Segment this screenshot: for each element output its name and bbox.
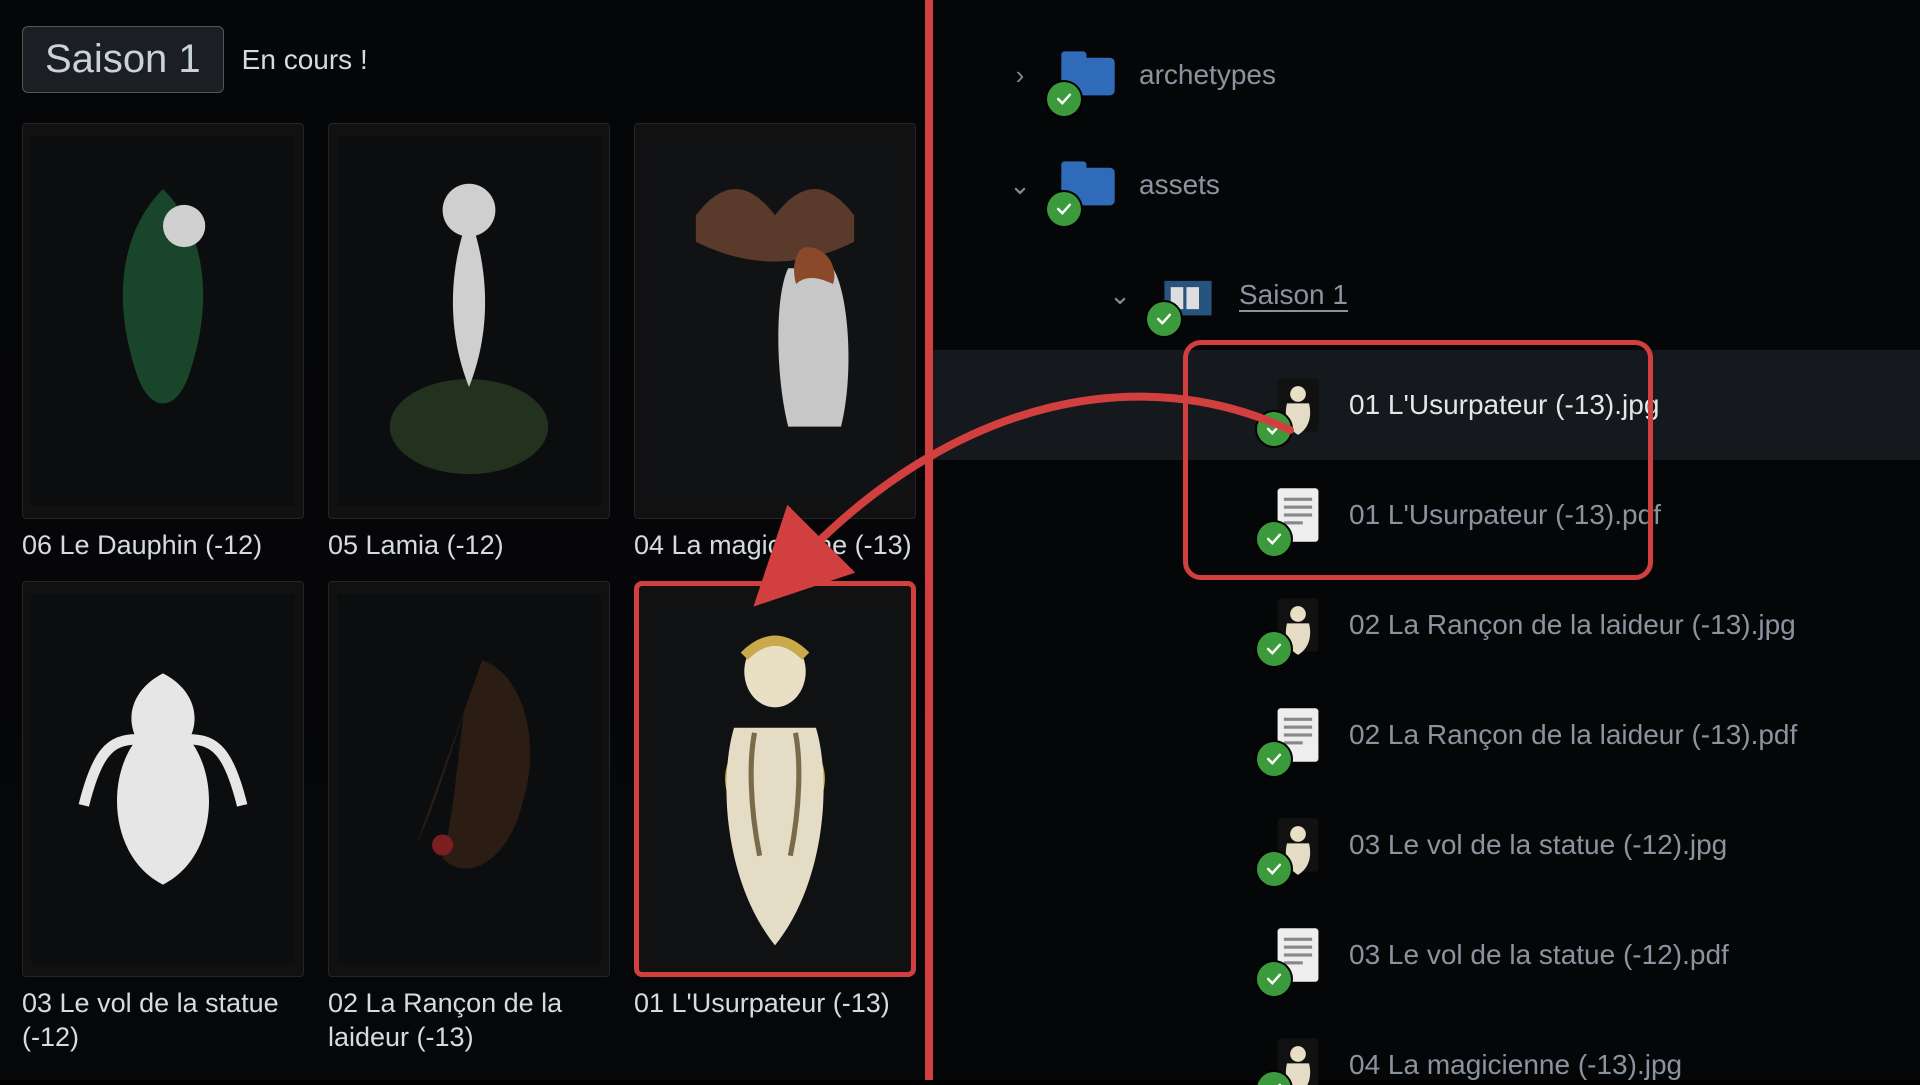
artwork-icon (31, 590, 295, 968)
file-name: 01 L'Usurpateur (-13).pdf (1349, 499, 1661, 531)
tree-root: › archetypes ⌄ assets ⌄ Saison 1 01 L'Us… (933, 20, 1920, 1085)
synced-check-icon (1257, 522, 1291, 556)
tree-folder-row[interactable]: ⌄ Saison 1 (933, 240, 1920, 350)
card-05[interactable]: 05 Lamia (-12) (328, 123, 610, 563)
file-name: 03 Le vol de la statue (-12).jpg (1349, 829, 1727, 861)
jpg-file-icon (1265, 812, 1331, 878)
jpg-file-icon (1265, 372, 1331, 438)
folder-name: archetypes (1139, 59, 1276, 91)
jpg-file-icon (1265, 1032, 1331, 1085)
tree-folder-row[interactable]: › archetypes (933, 20, 1920, 130)
synced-check-icon (1257, 962, 1291, 996)
card-06[interactable]: 06 Le Dauphin (-12) (22, 123, 304, 563)
synced-check-icon (1147, 302, 1181, 336)
file-name: 02 La Rançon de la laideur (-13).pdf (1349, 719, 1797, 751)
gallery-panel: Saison 1 En cours ! 06 Le Dauphin (-12) … (0, 0, 925, 1080)
tree-file-row[interactable]: 01 L'Usurpateur (-13).jpg (933, 350, 1920, 460)
file-tree-panel: › archetypes ⌄ assets ⌄ Saison 1 01 L'Us… (933, 0, 1920, 1080)
artwork-icon (647, 594, 903, 964)
tree-file-row[interactable]: 02 La Rançon de la laideur (-13).pdf (933, 680, 1920, 790)
card-label: 03 Le vol de la statue (-12) (22, 987, 304, 1055)
tree-file-row[interactable]: 03 Le vol de la statue (-12).pdf (933, 900, 1920, 1010)
synced-check-icon (1257, 852, 1291, 886)
synced-check-icon (1257, 742, 1291, 776)
tree-file-row[interactable]: 04 La magicienne (-13).jpg (933, 1010, 1920, 1085)
synced-check-icon (1257, 412, 1291, 446)
file-name: 01 L'Usurpateur (-13).jpg (1349, 389, 1659, 421)
folder-icon (1155, 262, 1221, 328)
card-label: 04 La magicienne (-13) (634, 529, 916, 563)
synced-check-icon (1047, 192, 1081, 226)
card-label: 02 La Rançon de la laideur (-13) (328, 987, 610, 1055)
vertical-divider (925, 0, 933, 1080)
artwork-icon (643, 132, 907, 510)
card-label: 05 Lamia (-12) (328, 529, 610, 563)
card-04[interactable]: 04 La magicienne (-13) (634, 123, 916, 563)
folder-icon (1055, 42, 1121, 108)
pdf-file-icon (1265, 702, 1331, 768)
card-01[interactable]: 01 L'Usurpateur (-13) (634, 581, 916, 1055)
card-02[interactable]: 02 La Rançon de la laideur (-13) (328, 581, 610, 1055)
pdf-file-icon (1265, 482, 1331, 548)
artwork-icon (337, 132, 601, 510)
pdf-file-icon (1265, 922, 1331, 988)
chevron-down-icon[interactable]: ⌄ (1003, 170, 1037, 201)
file-name: 03 Le vol de la statue (-12).pdf (1349, 939, 1729, 971)
tree-file-row[interactable]: 01 L'Usurpateur (-13).pdf (933, 460, 1920, 570)
folder-name: assets (1139, 169, 1220, 201)
season-status: En cours ! (242, 44, 368, 76)
synced-check-icon (1047, 82, 1081, 116)
folder-name: Saison 1 (1239, 279, 1348, 311)
chevron-right-icon[interactable]: › (1003, 60, 1037, 91)
tree-folder-row[interactable]: ⌄ assets (933, 130, 1920, 240)
season-badge[interactable]: Saison 1 (22, 26, 224, 93)
synced-check-icon (1257, 632, 1291, 666)
card-label: 01 L'Usurpateur (-13) (634, 987, 916, 1021)
artwork-icon (31, 132, 295, 510)
cards-grid: 06 Le Dauphin (-12) 05 Lamia (-12) 04 La… (22, 123, 922, 1054)
jpg-file-icon (1265, 592, 1331, 658)
chevron-down-icon[interactable]: ⌄ (1103, 280, 1137, 311)
tree-file-row[interactable]: 02 La Rançon de la laideur (-13).jpg (933, 570, 1920, 680)
folder-icon (1055, 152, 1121, 218)
file-name: 04 La magicienne (-13).jpg (1349, 1049, 1682, 1081)
card-03[interactable]: 03 Le vol de la statue (-12) (22, 581, 304, 1055)
tree-file-row[interactable]: 03 Le vol de la statue (-12).jpg (933, 790, 1920, 900)
artwork-icon (337, 590, 601, 968)
file-name: 02 La Rançon de la laideur (-13).jpg (1349, 609, 1796, 641)
season-header: Saison 1 En cours ! (22, 26, 903, 93)
card-label: 06 Le Dauphin (-12) (22, 529, 304, 563)
